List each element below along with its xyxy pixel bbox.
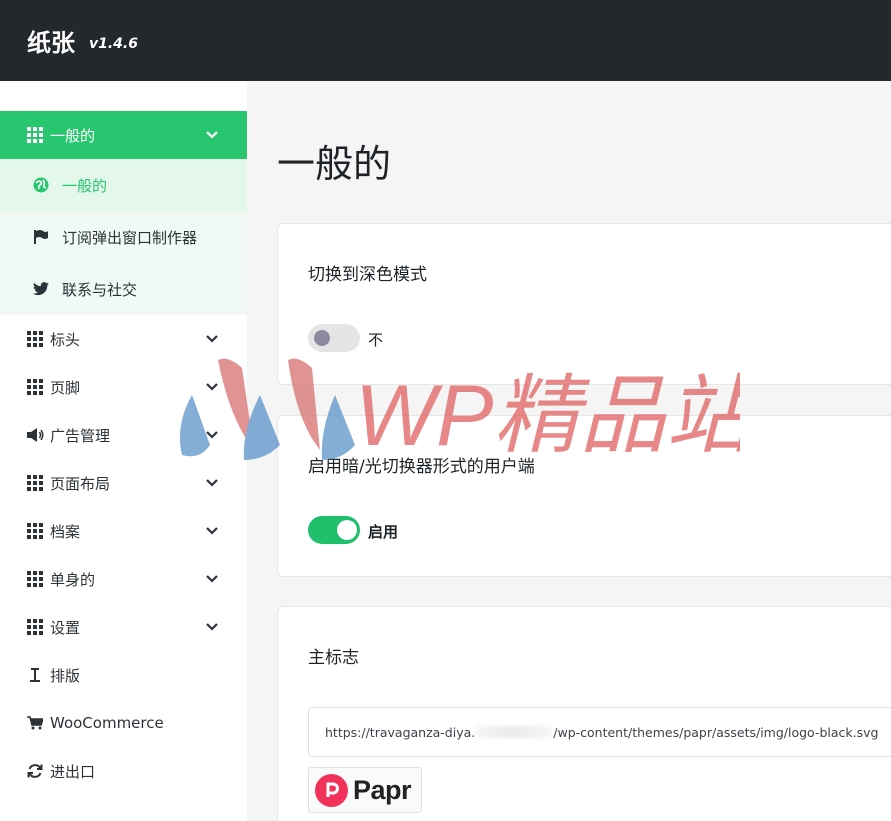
sidebar-item-label: 档案 [50, 522, 81, 541]
globe-icon [32, 176, 50, 194]
dark-mode-toggle[interactable] [308, 324, 360, 352]
switcher-state: 启用 [368, 523, 399, 541]
page-title: 一般的 [277, 142, 392, 186]
sidebar-submenu: 一般的 订阅弹出窗口制作器 联系与社交 [0, 159, 247, 315]
main-content: 一般的 切换到深色模式 不 启用暗/光切换器形式的用户端 启用 主标志 http… [247, 81, 891, 821]
flag-icon [32, 228, 50, 246]
version-label: v1.4.6 [89, 35, 138, 52]
sidebar-subitem-label: 订阅弹出窗口制作器 [62, 228, 198, 247]
sidebar-item-single[interactable]: 单身的 [0, 555, 247, 603]
sidebar-item-label: 设置 [50, 618, 81, 637]
dark-mode-state: 不 [368, 331, 384, 349]
sidebar-subitem-social[interactable]: 联系与社交 [0, 263, 247, 315]
grid-icon [26, 330, 44, 348]
toggle-knob [314, 330, 330, 346]
text-height-icon [26, 666, 44, 684]
sidebar-item-typography[interactable]: 排版 [0, 651, 247, 699]
sidebar-item-label: 页脚 [50, 378, 81, 397]
sidebar-item-label: 标头 [50, 330, 81, 349]
twitter-icon [32, 280, 50, 298]
grid-icon [26, 570, 44, 588]
sidebar-item-label: 进出口 [50, 762, 96, 781]
sidebar-item-woocommerce[interactable]: WooCommerce [0, 699, 247, 747]
chevron-down-icon [205, 572, 219, 586]
sidebar-item-layout[interactable]: 页面布局 [0, 459, 247, 507]
sidebar-item-label: 广告管理 [50, 426, 111, 445]
grid-icon [26, 474, 44, 492]
sidebar-item-label: 排版 [50, 666, 81, 685]
top-bar: 纸张 v1.4.6 [0, 0, 891, 81]
grid-icon [26, 618, 44, 636]
sidebar-subitem-popup-builder[interactable]: 订阅弹出窗口制作器 [0, 211, 247, 263]
logo-preview-text: Papr [353, 774, 412, 805]
logo-title: 主标志 [308, 648, 359, 668]
dark-mode-card: 切换到深色模式 不 [277, 223, 891, 385]
sidebar-subitem-label: 联系与社交 [62, 280, 138, 299]
papr-logo-icon [315, 773, 348, 807]
logo-card: 主标志 https://travaganza-diya. /wp-content… [277, 606, 891, 821]
switcher-card: 启用暗/光切换器形式的用户端 启用 [277, 415, 891, 577]
sidebar-item-footer[interactable]: 页脚 [0, 363, 247, 411]
sidebar-subitem-general[interactable]: 一般的 [0, 159, 247, 211]
sidebar-subitem-label: 一般的 [62, 176, 108, 195]
switcher-title: 启用暗/光切换器形式的用户端 [308, 457, 535, 477]
grid-icon [26, 522, 44, 540]
logo-url-input[interactable]: https://travaganza-diya. /wp-content/the… [308, 707, 891, 757]
sidebar-item-general-group[interactable]: 一般的 [0, 111, 247, 159]
chevron-down-icon [205, 332, 219, 346]
cart-icon [26, 714, 44, 732]
chevron-down-icon [205, 128, 219, 142]
brand-name: 纸张 [27, 29, 75, 57]
dark-mode-title: 切换到深色模式 [308, 265, 427, 285]
megaphone-icon [26, 426, 44, 444]
sidebar-item-label: 单身的 [50, 570, 96, 589]
grid-icon [26, 378, 44, 396]
chevron-down-icon [205, 620, 219, 634]
sidebar-item-ads[interactable]: 广告管理 [0, 411, 247, 459]
chevron-down-icon [205, 524, 219, 538]
logo-preview: Papr [308, 767, 422, 813]
sidebar: 一般的 一般的 订阅弹出窗口制作器 联系与社交 标头 页脚 广告管理 页面布局 … [0, 81, 247, 821]
sidebar-item-label: WooCommerce [50, 714, 164, 732]
sidebar-item-header[interactable]: 标头 [0, 315, 247, 363]
sidebar-item-settings[interactable]: 设置 [0, 603, 247, 651]
sidebar-item-label: 一般的 [50, 126, 96, 145]
logo-url-end: /wp-content/themes/papr/assets/img/logo-… [553, 724, 879, 740]
chevron-down-icon [205, 476, 219, 490]
sidebar-item-archive[interactable]: 档案 [0, 507, 247, 555]
switcher-toggle[interactable] [308, 516, 360, 544]
grid-icon [26, 126, 44, 144]
chevron-down-icon [205, 428, 219, 442]
toggle-knob [337, 520, 357, 540]
sidebar-item-label: 页面布局 [50, 474, 111, 493]
chevron-down-icon [205, 380, 219, 394]
logo-url-start: https://travaganza-diya. [325, 724, 476, 740]
sync-icon [26, 762, 44, 780]
redacted-segment [477, 726, 552, 738]
sidebar-item-import-export[interactable]: 进出口 [0, 747, 247, 795]
